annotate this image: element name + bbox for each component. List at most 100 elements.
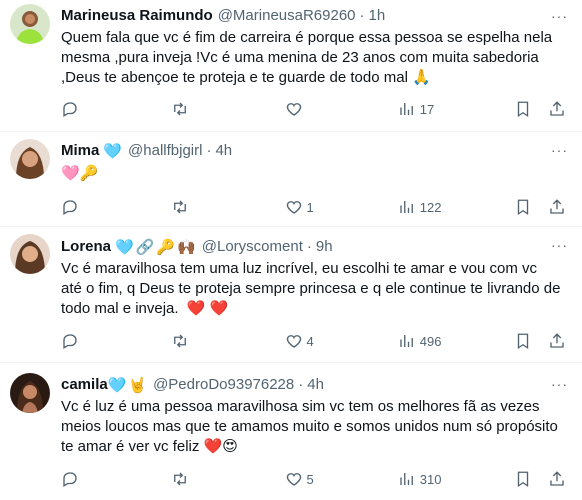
name-emoji: 🔑: [156, 238, 176, 256]
name-emoji: 🩵: [103, 142, 123, 160]
reply-icon: [63, 334, 77, 349]
views-button[interactable]: 122: [398, 198, 514, 216]
retweet-button[interactable]: [171, 332, 284, 350]
reply-button[interactable]: [61, 100, 171, 118]
separator-dot: ·: [206, 142, 212, 159]
tweet-header: Mima 🩵 @hallfbjgirl · 4h: [61, 141, 566, 161]
reply-button[interactable]: [61, 332, 171, 350]
action-bar: 1 122: [61, 193, 566, 221]
like-icon: [286, 473, 301, 486]
handle[interactable]: @Loryscoment: [202, 237, 303, 257]
tweet[interactable]: camila 🩵 🤘 @PedroDo93976228 · 4h ··· Vc …: [0, 363, 582, 500]
action-bar: 17: [61, 95, 566, 123]
views-button[interactable]: 496: [398, 332, 514, 350]
name-emojis: 🩵: [103, 141, 122, 161]
name-emoji: 🔗: [135, 238, 155, 256]
timestamp[interactable]: 4h: [307, 375, 324, 395]
share-icon: [550, 101, 564, 116]
bookmark-button[interactable]: [514, 332, 532, 350]
display-name[interactable]: Mima: [61, 141, 99, 161]
share-button[interactable]: [548, 332, 566, 350]
tweet-header: Lorena 🩵 🔗 🔑 🙌🏾 @Loryscoment · 9h: [61, 237, 566, 257]
action-bar-right: [514, 100, 566, 118]
retweet-button[interactable]: [171, 470, 284, 488]
share-icon: [550, 333, 564, 348]
timestamp[interactable]: 4h: [215, 141, 232, 161]
bookmark-button[interactable]: [514, 100, 532, 118]
reply-icon: [63, 200, 77, 215]
display-name[interactable]: Lorena: [61, 237, 111, 257]
retweet-icon: [174, 200, 187, 214]
timestamp[interactable]: 1h: [369, 6, 386, 26]
avatar[interactable]: [10, 373, 50, 413]
handle[interactable]: @PedroDo93976228: [153, 375, 294, 395]
view-count: 496: [419, 333, 442, 349]
views-button[interactable]: 310: [398, 470, 514, 488]
timestamp[interactable]: 9h: [316, 237, 333, 257]
tweet-text: 🩷🔑: [61, 164, 99, 182]
like-icon: [286, 201, 301, 214]
tweet[interactable]: Mima 🩵 @hallfbjgirl · 4h ··· 🩷🔑 1 122: [0, 132, 582, 227]
retweet-icon: [174, 472, 187, 486]
like-button[interactable]: 1: [285, 198, 398, 216]
like-button[interactable]: 4: [285, 332, 398, 350]
reply-icon: [63, 102, 77, 117]
view-count: 122: [419, 199, 442, 215]
name-emoji: 🩵: [107, 376, 127, 394]
share-icon: [550, 471, 564, 486]
view-count: 310: [419, 471, 442, 487]
name-emoji: 🩵: [115, 238, 134, 256]
tweet-text: Quem fala que vc é fim de carreira é por…: [61, 29, 557, 86]
share-button[interactable]: [548, 470, 566, 488]
like-button[interactable]: [285, 100, 398, 118]
display-name[interactable]: Marineusa Raimundo: [61, 6, 213, 26]
retweet-button[interactable]: [171, 100, 284, 118]
like-count: 1: [306, 199, 314, 215]
avatar[interactable]: [10, 139, 50, 179]
share-button[interactable]: [548, 100, 566, 118]
reply-button[interactable]: [61, 470, 171, 488]
share-icon: [550, 199, 564, 214]
action-bar: 5 310: [61, 465, 566, 493]
handle[interactable]: @MarineusaR69260: [218, 6, 356, 26]
tweet[interactable]: Marineusa Raimundo @MarineusaR69260 · 1h…: [0, 0, 582, 132]
more-icon[interactable]: ···: [551, 142, 568, 158]
tweet-header: Marineusa Raimundo @MarineusaR69260 · 1h: [61, 6, 566, 26]
name-emojis: 🩵 🔗 🔑 🙌🏾: [115, 237, 196, 257]
views-icon: [400, 473, 413, 485]
bookmark-icon: [517, 101, 529, 118]
views-icon: [400, 201, 413, 213]
more-icon[interactable]: ···: [551, 237, 568, 253]
more-icon[interactable]: ···: [551, 8, 568, 24]
separator-dot: ·: [359, 7, 365, 24]
like-count: 4: [306, 333, 314, 349]
tweet[interactable]: Lorena 🩵 🔗 🔑 🙌🏾 @Loryscoment · 9h ··· Vc…: [0, 227, 582, 363]
reply-feed: Marineusa Raimundo @MarineusaR69260 · 1h…: [0, 0, 582, 500]
reply-button[interactable]: [61, 198, 171, 216]
bookmark-icon: [517, 333, 529, 350]
retweet-button[interactable]: [171, 198, 284, 216]
handle[interactable]: @hallfbjgirl: [128, 141, 202, 161]
action-bar-right: [514, 198, 566, 216]
separator-dot: ·: [306, 238, 312, 255]
bookmark-button[interactable]: [514, 470, 532, 488]
action-bar-right: [514, 470, 566, 488]
action-bar-right: [514, 332, 566, 350]
display-name[interactable]: camila: [61, 375, 108, 395]
tweet-text: Vc é luz é uma pessoa maravilhosa sim vc…: [61, 398, 563, 455]
avatar[interactable]: [10, 4, 50, 44]
avatar[interactable]: [10, 234, 50, 274]
separator-dot: ·: [298, 376, 304, 393]
tweet-text: Vc é maravilhosa tem uma luz incrível, e…: [61, 260, 565, 317]
bookmark-icon: [517, 199, 529, 216]
more-icon[interactable]: ···: [551, 376, 568, 392]
name-emoji: 🙌🏾: [177, 238, 196, 256]
action-bar: 4 496: [61, 327, 566, 355]
like-button[interactable]: 5: [285, 470, 398, 488]
name-emoji: 🤘: [128, 376, 148, 394]
share-button[interactable]: [548, 198, 566, 216]
bookmark-icon: [517, 471, 529, 488]
views-button[interactable]: 17: [398, 100, 514, 118]
bookmark-button[interactable]: [514, 198, 532, 216]
tweet-header: camila 🩵 🤘 @PedroDo93976228 · 4h: [61, 375, 566, 395]
